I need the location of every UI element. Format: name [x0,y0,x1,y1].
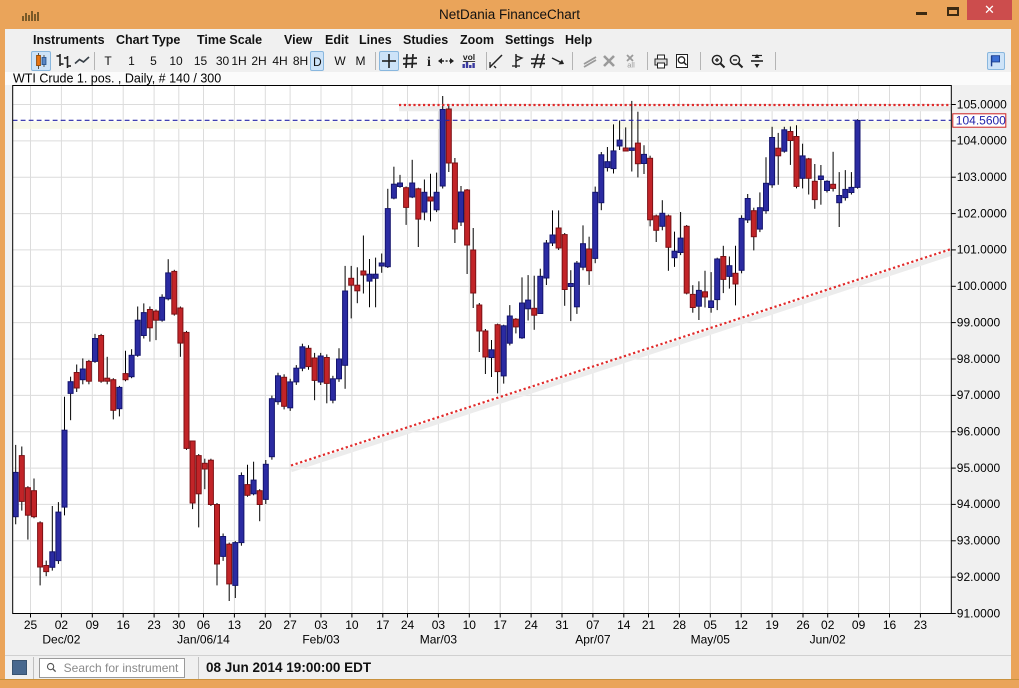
svg-text:Jun/02: Jun/02 [810,633,846,647]
svg-text:09: 09 [852,618,866,632]
svg-text:94.0000: 94.0000 [957,497,1001,511]
svg-text:Apr/07: Apr/07 [575,633,611,647]
svg-text:13: 13 [228,618,242,632]
svg-text:16: 16 [883,618,897,632]
svg-text:102.0000: 102.0000 [957,206,1007,220]
svg-text:i: i [427,55,431,70]
svg-text:Dec/02: Dec/02 [42,633,80,647]
svg-text:98.0000: 98.0000 [957,352,1001,366]
svg-text:103.0000: 103.0000 [957,170,1007,184]
svg-text:27: 27 [283,618,297,632]
svg-text:09: 09 [86,618,100,632]
svg-text:104.5600: 104.5600 [956,113,1006,127]
svg-text:30: 30 [172,618,186,632]
svg-text:93.0000: 93.0000 [957,534,1001,548]
svg-text:17: 17 [494,618,508,632]
svg-text:101.0000: 101.0000 [957,243,1007,257]
svg-text:03: 03 [432,618,446,632]
svg-text:21: 21 [642,618,656,632]
svg-text:WTI Crude 1. pos. , Daily, # 1: WTI Crude 1. pos. , Daily, # 140 / 300 [13,72,221,86]
svg-text:17: 17 [376,618,390,632]
svg-text:Jan/06/14: Jan/06/14 [177,633,230,647]
svg-text:96.0000: 96.0000 [957,425,1001,439]
svg-text:02: 02 [55,618,69,632]
svg-text:24: 24 [401,618,415,632]
svg-text:20: 20 [259,618,273,632]
svg-text:23: 23 [914,618,928,632]
svg-text:31: 31 [555,618,569,632]
svg-text:104.0000: 104.0000 [957,134,1007,148]
svg-text:10: 10 [463,618,477,632]
svg-text:25: 25 [24,618,38,632]
svg-text:26: 26 [796,618,810,632]
svg-text:06: 06 [197,618,211,632]
svg-text:28: 28 [673,618,687,632]
svg-text:12: 12 [735,618,749,632]
svg-text:14: 14 [617,618,631,632]
svg-text:02: 02 [821,618,835,632]
svg-text:all: all [627,61,635,70]
svg-text:19: 19 [765,618,779,632]
svg-text:95.0000: 95.0000 [957,461,1001,475]
svg-text:vol: vol [463,52,475,62]
svg-text:Mar/03: Mar/03 [420,633,458,647]
svg-text:16: 16 [117,618,131,632]
svg-text:99.0000: 99.0000 [957,315,1001,329]
svg-text:23: 23 [147,618,161,632]
svg-text:105.0000: 105.0000 [957,97,1007,111]
svg-text:10: 10 [345,618,359,632]
svg-text:24: 24 [524,618,538,632]
svg-text:03: 03 [314,618,328,632]
svg-text:100.0000: 100.0000 [957,279,1007,293]
svg-text:97.0000: 97.0000 [957,388,1001,402]
svg-text:Feb/03: Feb/03 [302,633,340,647]
svg-text:May/05: May/05 [691,633,731,647]
svg-text:07: 07 [586,618,600,632]
svg-text:92.0000: 92.0000 [957,570,1001,584]
svg-text:91.0000: 91.0000 [957,606,1001,620]
svg-text:05: 05 [704,618,718,632]
